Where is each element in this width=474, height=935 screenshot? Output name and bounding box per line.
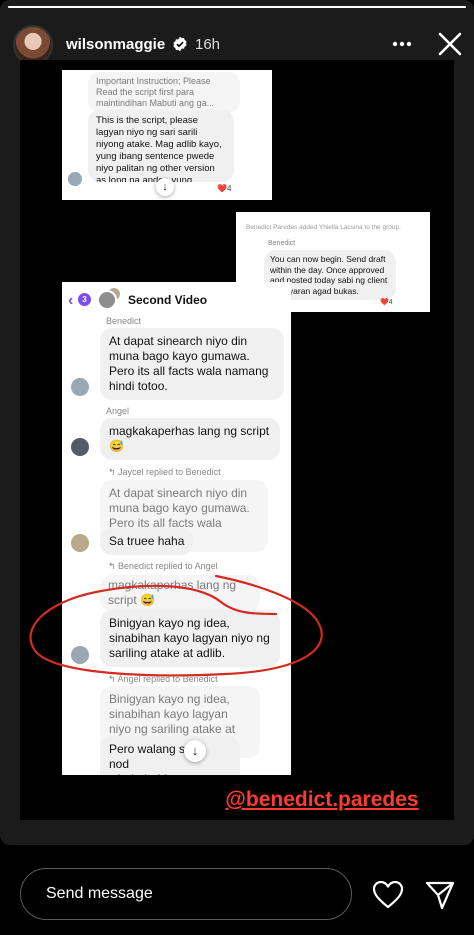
message-bubble: Binigyan kayo ng idea, sinabihan kayo la… [100,610,280,667]
chat-header: ‹ 3 Second Video [62,282,291,316]
reaction-badge: ❤️4 [380,299,393,306]
message-bubble: This is the script, please lagyan niyo n… [88,110,234,182]
reply-indicator: ↰ Benedict replied to Angel [108,561,218,571]
sender-avatar [68,172,82,186]
bottom-bar: Send message [0,850,474,935]
system-message: Benedict Paredes added Yhiella Lacsina t… [246,224,401,231]
message-text: Pero walang s [109,742,186,756]
message-text: nod [109,757,130,771]
screenshot-card-script: Important Instruction; Please Read the s… [62,70,272,200]
sender-name: Angel [106,406,130,416]
reaction-badge: ❤️4 [217,184,232,193]
story-frame: wilsonmaggie 16h Important Instruction; … [0,0,474,845]
message-bubble-faded: Important Instruction; Please Read the s… [88,72,240,113]
sender-name: Benedict [268,240,296,247]
username[interactable]: wilsonmaggie [66,36,165,53]
more-options-icon[interactable] [390,34,414,54]
heart-icon[interactable] [372,880,404,910]
quoted-message: magkakaperhas lang ng script 😅 [100,575,260,611]
message-bubble: At dapat sinearch niyo din muna bago kay… [100,328,284,400]
sender-avatar [71,534,89,552]
story-progress-fill [8,6,466,8]
sender-avatar [71,646,89,664]
scroll-down-button[interactable]: ↓ [156,178,174,196]
unread-count-badge: 3 [78,293,91,306]
mention-sticker[interactable]: @benedict.paredes [196,786,448,814]
send-message-placeholder: Send message [46,885,153,902]
profile-avatar[interactable] [13,25,53,65]
message-bubble: Pero walang snod whahahahha [100,736,240,775]
send-paper-plane-icon[interactable] [424,880,456,910]
chat-title: Second Video [128,293,208,307]
verified-badge-icon [173,36,187,52]
reply-indicator: ↰ Angel replied to Benedict [108,674,218,684]
reply-indicator: ↰ Jaycel replied to Benedict [108,467,221,477]
group-avatar [97,290,117,310]
screenshot-card-group-chat: ‹ 3 Second Video Benedict At dapat sinea… [62,282,291,775]
message-text: whahahahha [109,772,178,775]
close-icon[interactable] [436,30,464,58]
send-message-input[interactable]: Send message [20,868,352,920]
sender-avatar [71,378,89,396]
sender-avatar [71,438,89,456]
message-bubble: magkakaperhas lang ng script 😅 [100,418,280,460]
scroll-down-button[interactable]: ↓ [184,740,206,762]
back-chevron-icon[interactable]: ‹ [68,292,73,310]
post-time: 16h [195,36,221,53]
message-bubble: Sa truee haha [100,528,194,555]
sender-name: Benedict [106,316,142,326]
story-progress-bar [8,6,466,8]
